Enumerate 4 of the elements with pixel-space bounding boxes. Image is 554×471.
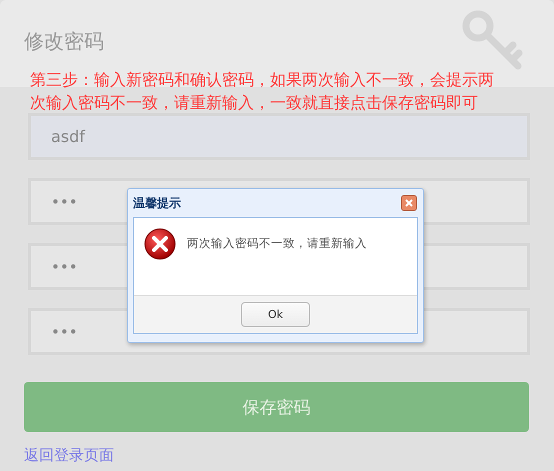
instruction-text: 第三步：输入新密码和确认密码，如果两次输入不一致，会提示两次输入密码不一致，请重新输入，一致就直接点击保存密码即可 bbox=[30, 69, 495, 114]
error-message: 两次输入密码不一致，请重新输入 bbox=[187, 236, 367, 251]
page-title: 修改密码 bbox=[24, 28, 104, 55]
dialog-title: 温馨提示 bbox=[133, 194, 181, 212]
